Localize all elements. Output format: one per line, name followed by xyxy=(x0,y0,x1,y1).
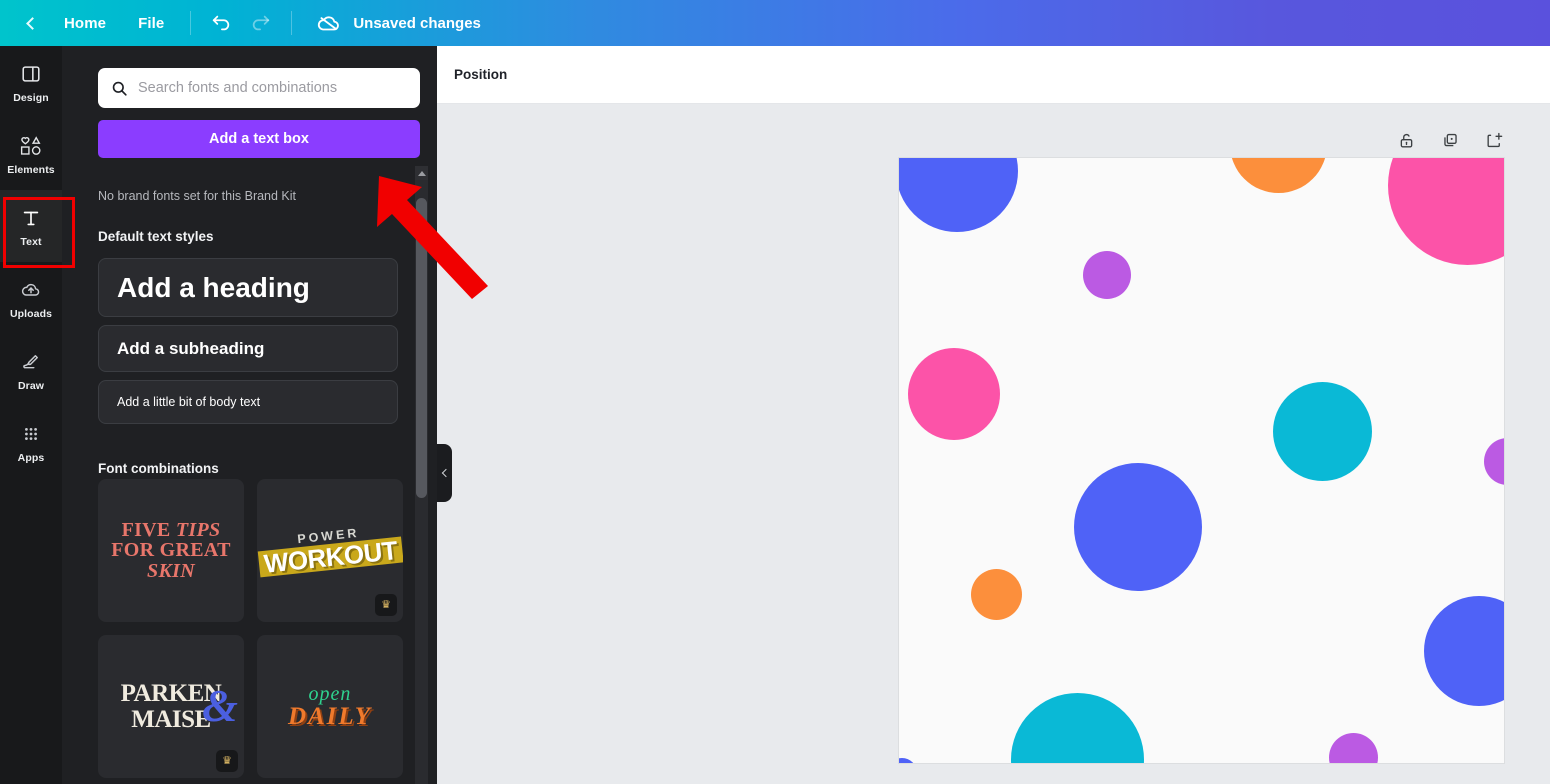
sidebar-item-design[interactable]: Design xyxy=(0,46,62,118)
scrollbar-track[interactable] xyxy=(415,180,428,784)
text-panel: Search fonts and combinations Add a text… xyxy=(62,46,437,784)
toolbar-divider-1 xyxy=(190,11,192,35)
font-combination-card-parken[interactable]: PARKEN MAISE & ♛ xyxy=(98,635,244,778)
scrollbar-thumb[interactable] xyxy=(416,198,427,498)
sidebar-item-uploads[interactable]: Uploads xyxy=(0,262,62,334)
sidebar-item-label: Apps xyxy=(17,451,45,464)
canvas-dot[interactable] xyxy=(971,569,1022,620)
undo-button[interactable] xyxy=(201,3,241,43)
canvas-dot[interactable] xyxy=(1424,596,1504,706)
apps-grid-icon xyxy=(20,421,42,447)
cloud-slash-icon xyxy=(318,16,340,31)
save-status[interactable]: Unsaved changes xyxy=(316,10,481,36)
collapse-panel-button[interactable] xyxy=(437,444,452,502)
font-combination-card-workout[interactable]: POWER WORKOUT ♛ xyxy=(257,479,403,622)
sidebar-item-text[interactable]: Text xyxy=(0,190,62,262)
canvas-dot[interactable] xyxy=(1083,251,1131,299)
canvas-dot[interactable] xyxy=(1329,733,1378,763)
canvas-dot[interactable] xyxy=(1230,158,1327,193)
position-bar: Position xyxy=(437,46,1550,104)
sidebar-item-elements[interactable]: Elements xyxy=(0,118,62,190)
search-input-placeholder: Search fonts and combinations xyxy=(138,80,338,96)
pro-crown-icon: ♛ xyxy=(375,594,397,616)
add-text-box-button[interactable]: Add a text box xyxy=(98,120,420,158)
add-body-text-button[interactable]: Add a little bit of body text xyxy=(98,380,398,424)
canvas-dot[interactable] xyxy=(1484,438,1504,485)
canvas-dot[interactable] xyxy=(1273,382,1372,481)
sidebar-item-label: Uploads xyxy=(9,307,53,320)
toolbar-divider-2 xyxy=(291,11,293,35)
top-bar: Home File Unsaved changes xyxy=(0,0,1550,46)
text-t-icon xyxy=(20,205,42,231)
redo-button[interactable] xyxy=(241,3,281,43)
left-rail: Design Elements Text Uploads Draw Apps xyxy=(0,46,62,784)
design-icon xyxy=(20,61,42,87)
scroll-up-arrow-icon[interactable] xyxy=(415,166,428,180)
chevron-left-icon xyxy=(26,16,39,30)
position-button[interactable]: Position xyxy=(454,67,507,82)
file-menu-item[interactable]: File xyxy=(122,0,180,46)
canvas-dot[interactable] xyxy=(899,758,917,763)
add-subheading-button[interactable]: Add a subheading xyxy=(98,325,398,372)
sidebar-item-label: Design xyxy=(13,91,49,104)
panel-scrollbar[interactable] xyxy=(415,166,428,784)
undo-icon xyxy=(213,15,230,31)
draw-pen-icon xyxy=(19,349,43,375)
default-text-styles-title: Default text styles xyxy=(98,229,214,244)
font-combination-card-open-daily[interactable]: open DAILY xyxy=(257,635,403,778)
main-area: Position xyxy=(437,46,1550,784)
lock-icon[interactable] xyxy=(1395,129,1417,151)
back-button[interactable] xyxy=(14,0,48,46)
uploads-cloud-icon xyxy=(19,277,43,303)
canvas-dot[interactable] xyxy=(899,158,1018,232)
font-combinations-grid: FIVE TIPS FOR GREAT SKIN POWER WORKOUT ♛… xyxy=(98,479,403,778)
brand-kit-note: No brand fonts set for this Brand Kit xyxy=(98,189,297,203)
elements-icon xyxy=(18,133,44,159)
save-status-label: Unsaved changes xyxy=(353,14,481,32)
combination-artwork: POWER WORKOUT xyxy=(257,523,403,579)
add-page-icon[interactable] xyxy=(1483,129,1505,151)
redo-icon xyxy=(253,15,270,31)
pro-crown-icon: ♛ xyxy=(216,750,238,772)
add-heading-button[interactable]: Add a heading xyxy=(98,258,398,317)
font-combinations-title: Font combinations xyxy=(98,461,219,476)
sidebar-item-apps[interactable]: Apps xyxy=(0,406,62,478)
canvas-toolbar xyxy=(1395,129,1505,151)
home-menu-item[interactable]: Home xyxy=(48,0,122,46)
search-field-wrapper[interactable]: Search fonts and combinations xyxy=(98,68,420,108)
font-combination-card-skin[interactable]: FIVE TIPS FOR GREAT SKIN xyxy=(98,479,244,622)
sidebar-item-label: Elements xyxy=(7,163,55,176)
search-icon xyxy=(112,81,127,96)
canvas-dot[interactable] xyxy=(1011,693,1144,763)
combination-artwork: PARKEN MAISE & xyxy=(120,680,238,733)
duplicate-icon[interactable] xyxy=(1439,129,1461,151)
combination-artwork: open DAILY xyxy=(287,682,373,730)
canvas-dot[interactable] xyxy=(1388,158,1504,265)
sidebar-item-draw[interactable]: Draw xyxy=(0,334,62,406)
chevron-left-icon xyxy=(441,468,450,478)
combination-artwork: FIVE TIPS FOR GREAT SKIN xyxy=(111,518,231,582)
canvas-dot[interactable] xyxy=(908,348,1000,440)
ampersand-glyph: & xyxy=(202,680,238,731)
sidebar-item-label: Draw xyxy=(17,379,45,392)
design-canvas[interactable] xyxy=(899,158,1504,763)
canvas-dot[interactable] xyxy=(1074,463,1202,591)
sidebar-item-label: Text xyxy=(20,235,42,248)
